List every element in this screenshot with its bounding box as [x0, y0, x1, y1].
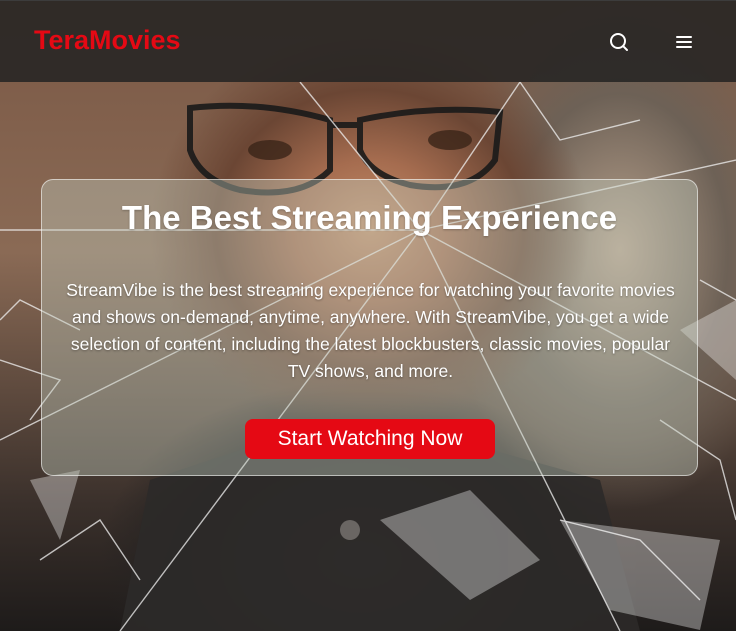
page: TeraMovies The Best Streaming Experience… [0, 0, 736, 631]
hero-card: The Best Streaming Experience StreamVibe… [41, 179, 698, 476]
search-icon [610, 33, 628, 51]
logo[interactable]: TeraMovies [34, 25, 181, 56]
site-header: TeraMovies [0, 0, 736, 82]
hero-title: The Best Streaming Experience [121, 199, 618, 236]
search-button[interactable] [607, 30, 631, 54]
hamburger-menu-icon [676, 36, 692, 48]
menu-button[interactable] [672, 30, 696, 54]
start-watching-button[interactable]: Start Watching Now [245, 419, 495, 459]
hero-description: StreamVibe is the best streaming experie… [66, 280, 675, 381]
